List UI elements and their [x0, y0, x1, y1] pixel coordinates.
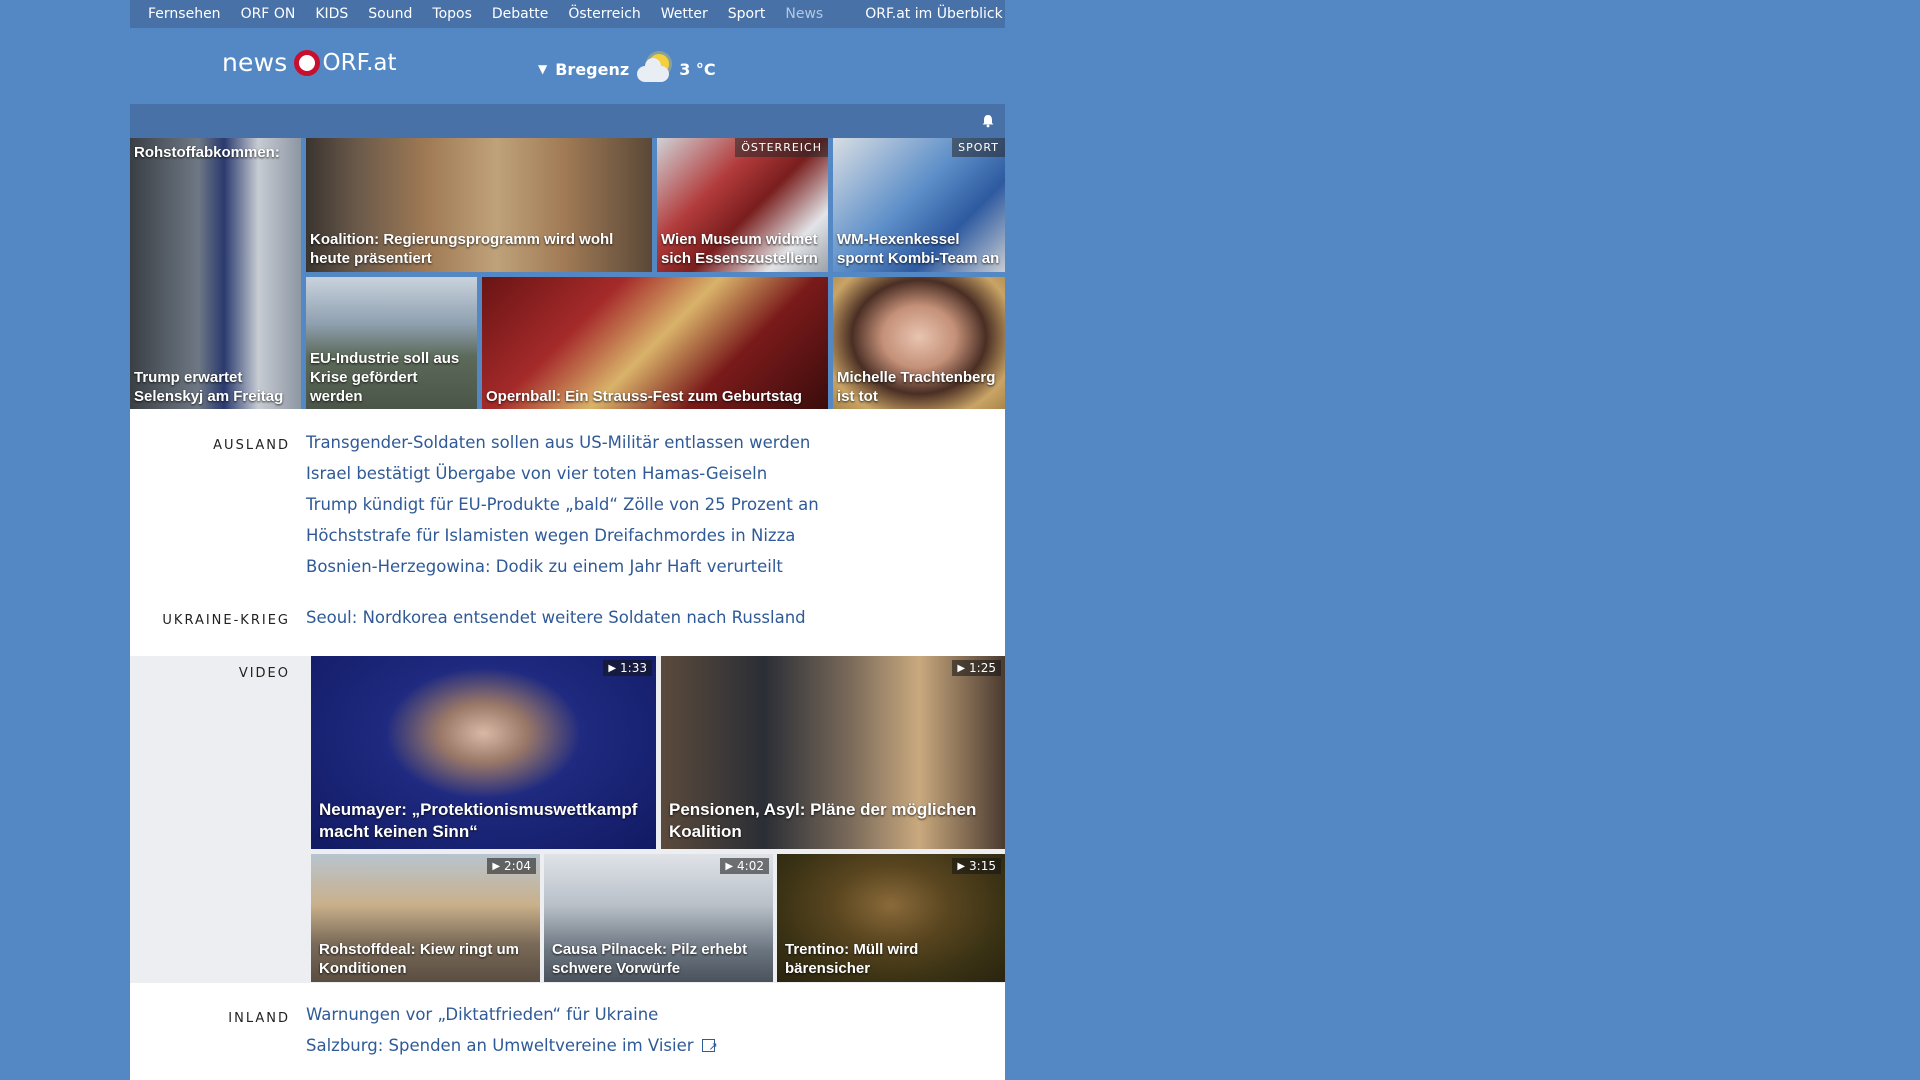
video-title: Rohstoffdeal: Kiew ringt um Konditionen: [319, 941, 519, 977]
brand-bar: news ORF.at ▼ Bregenz 3 °C: [130, 28, 1005, 104]
video-title: Trentino: Müll wird bärensicher: [785, 941, 919, 977]
story-title: Wien Museum widmet sich Essenszustellern: [661, 231, 818, 267]
news-link[interactable]: Höchststrafe für Islamisten wegen Dreifa…: [306, 520, 819, 551]
nav-orf-on[interactable]: ORF ON: [231, 6, 306, 22]
weather-city: Bregenz: [555, 59, 630, 79]
section-label-video: VIDEO: [238, 666, 290, 681]
story-kicker: Rohstoffabkommen:: [134, 144, 280, 161]
category-badge: SPORT: [952, 138, 1005, 157]
play-icon: ▶: [608, 662, 617, 674]
video-tile-trentino[interactable]: ▶ 3:15 Trentino: Müll wird bärensicher: [777, 854, 1005, 982]
story-bar: [130, 104, 1005, 138]
weather-temperature: 3 °C: [679, 59, 716, 79]
story-title: Koalition: Regierungsprogramm wird wohl …: [310, 231, 614, 267]
external-link-icon: [701, 1031, 718, 1062]
top-navigation: Fernsehen ORF ON KIDS Sound Topos Debatt…: [130, 0, 1005, 28]
nav-overview[interactable]: ORF.at im Überblick: [855, 6, 1012, 22]
story-tile-wm-hexenkessel[interactable]: SPORT WM-Hexenkessel spornt Kombi-Team a…: [833, 138, 1005, 272]
nav-topos[interactable]: Topos: [422, 6, 481, 22]
logo-news-text: news: [222, 48, 288, 77]
story-tile-wien-museum[interactable]: ÖSTERREICH Wien Museum widmet sich Essen…: [657, 138, 828, 272]
news-list: AUSLAND Transgender-Soldaten sollen aus …: [130, 409, 1005, 1080]
news-link[interactable]: Seoul: Nordkorea entsendet weitere Solda…: [306, 602, 806, 633]
play-icon: ▶: [957, 860, 966, 872]
logo-orf-text: ORF.at: [322, 49, 397, 76]
bell-icon[interactable]: [981, 114, 995, 132]
video-duration: ▶ 4:02: [720, 858, 769, 874]
nav-sport[interactable]: Sport: [718, 6, 776, 22]
ukraine-links: Seoul: Nordkorea entsendet weitere Solda…: [306, 602, 806, 633]
section-label-ukraine: UKRAINE-KRIEG: [162, 613, 290, 628]
video-tile-rohstoffdeal[interactable]: ▶ 2:04 Rohstoffdeal: Kiew ringt um Kondit…: [311, 854, 540, 982]
news-link-external[interactable]: Salzburg: Spenden an Umweltvereine im Vi…: [306, 1030, 718, 1062]
nav-news[interactable]: News: [775, 6, 833, 22]
ausland-links: Transgender-Soldaten sollen aus US-Milit…: [306, 427, 819, 582]
video-duration: ▶ 3:15: [952, 858, 1001, 874]
nav-wetter[interactable]: Wetter: [651, 6, 718, 22]
video-title: Pensionen, Asyl: Pläne der möglichen Koa…: [669, 800, 977, 841]
story-title: WM-Hexenkessel spornt Kombi-Team an: [837, 231, 1000, 267]
story-title: EU-Industrie soll aus Krise gefördert we…: [310, 350, 460, 405]
news-link[interactable]: Trump kündigt für EU-Produkte „bald“ Zöl…: [306, 489, 819, 520]
video-duration: ▶ 1:25: [952, 660, 1001, 676]
video-tile-pilnacek[interactable]: ▶ 4:02 Causa Pilnacek: Pilz erhebt schwer…: [544, 854, 773, 982]
story-tile-koalition[interactable]: Koalition: Regierungsprogramm wird wohl …: [306, 138, 652, 272]
category-badge: ÖSTERREICH: [735, 138, 828, 157]
video-title: Causa Pilnacek: Pilz erhebt schwere Vorw…: [552, 941, 748, 977]
news-orf-logo[interactable]: news ORF.at: [222, 48, 397, 77]
story-title: Trump erwartet Selenskyj am Freitag: [134, 369, 284, 405]
story-title: Opernball: Ein Strauss-Fest zum Geburtst…: [486, 388, 802, 405]
dropdown-triangle-icon: ▼: [538, 62, 548, 76]
orf-eye-icon: [293, 49, 320, 76]
section-label-inland: INLAND: [228, 1011, 290, 1026]
play-icon: ▶: [957, 662, 966, 674]
video-tile-pensionen[interactable]: ▶ 1:25 Pensionen, Asyl: Pläne der möglich…: [661, 656, 1005, 849]
inland-links: Warnungen vor „Diktatfrieden“ für Ukrain…: [306, 999, 718, 1062]
video-tile-neumayer[interactable]: ▶ 1:33 Neumayer: „Protektionismuswettkamp…: [311, 656, 656, 849]
story-title: Michelle Trachtenberg ist tot: [837, 369, 996, 405]
news-link[interactable]: Israel bestätigt Übergabe von vier toten…: [306, 458, 819, 489]
news-link[interactable]: Bosnien-Herzegowina: Dodik zu einem Jahr…: [306, 551, 819, 582]
video-duration: ▶ 1:33: [603, 660, 652, 676]
nav-debatte[interactable]: Debatte: [482, 6, 558, 22]
nav-sound[interactable]: Sound: [358, 6, 422, 22]
news-link[interactable]: Transgender-Soldaten sollen aus US-Milit…: [306, 427, 819, 458]
story-tile-trump-selenskyj[interactable]: Rohstoffabkommen: Trump erwartet Selensk…: [130, 138, 301, 410]
page: Fernsehen ORF ON KIDS Sound Topos Debatt…: [130, 0, 1005, 1080]
play-icon: ▶: [725, 860, 734, 872]
nav-kids[interactable]: KIDS: [305, 6, 358, 22]
news-link-text: Salzburg: Spenden an Umweltvereine im Vi…: [306, 1036, 694, 1055]
video-duration: ▶ 2:04: [487, 858, 536, 874]
story-tile-opernball[interactable]: Opernball: Ein Strauss-Fest zum Geburtst…: [482, 277, 828, 410]
nav-oesterreich[interactable]: Österreich: [558, 6, 650, 22]
video-title: Neumayer: „Protektionismuswettkampf mach…: [319, 800, 638, 841]
partly-cloudy-icon: [635, 52, 673, 86]
section-label-ausland: AUSLAND: [213, 438, 290, 453]
weather-widget[interactable]: ▼ Bregenz 3 °C: [538, 52, 716, 86]
news-link[interactable]: Warnungen vor „Diktatfrieden“ für Ukrain…: [306, 999, 715, 1030]
play-icon: ▶: [492, 860, 501, 872]
story-tile-trachtenberg[interactable]: Michelle Trachtenberg ist tot: [833, 277, 1005, 410]
story-tile-eu-industrie[interactable]: EU-Industrie soll aus Krise gefördert we…: [306, 277, 477, 410]
nav-fernsehen[interactable]: Fernsehen: [130, 6, 231, 22]
